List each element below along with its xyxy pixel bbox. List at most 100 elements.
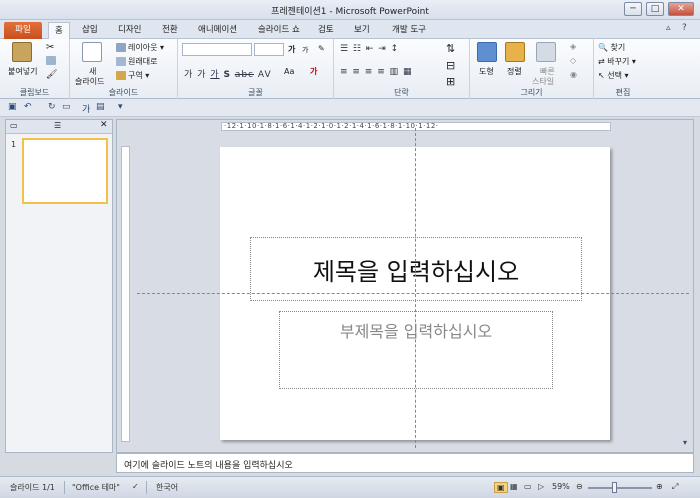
zoom-slider[interactable] (588, 487, 652, 489)
tab-view[interactable]: 보기 (348, 22, 376, 39)
undo-icon[interactable]: ↶ (24, 102, 32, 112)
grow-font-button[interactable]: 가 (288, 44, 295, 55)
language[interactable]: 한국어 (156, 482, 178, 493)
shrink-font-button[interactable]: 가 (302, 45, 308, 55)
align-text-icon[interactable]: ⊟ (446, 59, 455, 72)
minimize-ribbon-icon[interactable]: ▵ (666, 23, 671, 33)
find-button[interactable]: 🔍 찾기 (598, 42, 625, 53)
slides-label: 슬라이드 (108, 88, 139, 97)
notes-pane[interactable]: 여기에 슬라이드 노트의 내용을 입력하십시오 (116, 453, 694, 473)
quick-styles-icon[interactable] (536, 42, 556, 62)
format-icon[interactable]: ▤ (96, 102, 105, 112)
scroll-down-icon[interactable]: ▾ (683, 438, 687, 447)
zoom-out-icon[interactable]: ⊖ (576, 482, 583, 491)
status-divider (146, 481, 147, 494)
tab-animations[interactable]: 애니메이션 (192, 22, 243, 39)
theme-name[interactable]: "Office 테마" (72, 482, 120, 493)
tab-file[interactable]: 파일 (4, 22, 42, 39)
format-painter-icon[interactable]: 🖌 (46, 70, 57, 80)
cut-icon[interactable]: ✂ (46, 42, 54, 53)
paste-button[interactable]: 붙여넣기 (8, 66, 37, 77)
shape-fill-icon[interactable]: ◈ (570, 42, 576, 51)
redo-icon[interactable]: ↻ (48, 102, 56, 112)
customize-qat-icon[interactable]: ▾ (118, 102, 123, 112)
clear-format-icon[interactable]: ✎ (318, 44, 325, 53)
new-slide-icon[interactable] (82, 42, 102, 62)
paragraph-label: 단락 (394, 88, 409, 97)
reading-view-icon[interactable]: ▭ (524, 482, 532, 491)
quick-styles-label-2[interactable]: 스타일 (532, 76, 554, 87)
horizontal-ruler: ·12·1·10·1·8·1·6·1·4·1·2·1·0·1·2·1·4·1·6… (221, 122, 611, 131)
layout-button[interactable]: 레이아웃 ▾ (116, 42, 164, 53)
tab-insert[interactable]: 삽입 (76, 22, 104, 39)
drawing-label: 그리기 (520, 88, 543, 97)
shapes-icon[interactable] (477, 42, 497, 62)
text-direction-icon[interactable]: ⇅ (446, 42, 455, 55)
select-icon: ↖ (598, 71, 605, 80)
copy-icon[interactable] (46, 56, 58, 65)
tab-slideshow[interactable]: 슬라이드 쇼 (252, 22, 306, 39)
slide-thumbnail[interactable] (22, 138, 108, 204)
slide-sorter-icon[interactable]: ▦ (510, 482, 518, 491)
close-button[interactable]: ✕ (668, 2, 694, 16)
slideshow-view-icon[interactable]: ▷ (538, 482, 544, 491)
normal-view-icon[interactable]: ▣ (494, 482, 508, 493)
tab-home[interactable]: 홈 (48, 22, 70, 40)
zoom-in-icon[interactable]: ⊕ (656, 482, 663, 491)
maximize-button[interactable]: □ (646, 2, 664, 16)
font-name-combo[interactable] (182, 43, 252, 56)
font-size-combo[interactable] (254, 43, 284, 56)
select-button[interactable]: ↖ 선택 ▾ (598, 70, 629, 81)
proofing-icon[interactable]: ✓ (132, 482, 139, 491)
slides-pane-header: ▭ ☰ ✕ (6, 120, 112, 134)
list-buttons[interactable]: ☰ ☷ ⇤ ⇥ ↕ (340, 44, 399, 54)
new-slide-label-2[interactable]: 슬라이드 (75, 76, 104, 87)
ribbon: 붙여넣기 ✂ 🖌 클립보드 새 슬라이드 레이아웃 ▾ 원래대로 구역 ▾ 슬라… (0, 39, 700, 99)
tab-design[interactable]: 디자인 (112, 22, 147, 39)
replace-button[interactable]: ⇄ 바꾸기 ▾ (598, 56, 636, 67)
editing-label: 편집 (615, 88, 631, 97)
help-icon[interactable]: ? (682, 23, 687, 33)
ruler-labels: ·12·1·10·1·8·1·6·1·4·1·2·1·0·1·2·1·4·1·6… (224, 122, 439, 130)
status-bar: 슬라이드 1/1 "Office 테마" ✓ 한국어 ▣ ▦ ▭ ▷ 59% ⊖… (0, 476, 700, 498)
notes-placeholder: 여기에 슬라이드 노트의 내용을 입력하십시오 (124, 461, 293, 471)
vertical-guide[interactable] (415, 128, 416, 448)
fit-to-window-icon[interactable]: ⤢ (672, 482, 678, 492)
tab-review[interactable]: 검토 (312, 22, 340, 39)
subtitle-placeholder[interactable]: 부제목을 입력하십시오 (279, 311, 553, 389)
slides-tab-icon[interactable]: ▭ (10, 121, 18, 130)
section-button[interactable]: 구역 ▾ (116, 70, 149, 81)
close-pane-icon[interactable]: ✕ (100, 120, 108, 130)
zoom-slider-thumb[interactable] (612, 482, 617, 493)
font-grow-icon[interactable]: 가 (82, 102, 90, 115)
align-buttons[interactable]: ≡ ≡ ≡ ≡ ▥ ▦ (340, 67, 412, 77)
slides-pane: ▭ ☰ ✕ 1 (5, 119, 113, 453)
change-case-button[interactable]: Aa (284, 67, 294, 76)
shape-outline-icon[interactable]: ◇ (570, 56, 576, 65)
layout-icon (116, 43, 126, 52)
shapes-button[interactable]: 도형 (479, 66, 494, 77)
slide-number: 1 (11, 140, 17, 149)
zoom-level[interactable]: 59% (552, 482, 570, 491)
clipboard-label: 클립보드 (19, 88, 50, 97)
font-color-icon[interactable]: 가 (310, 66, 317, 77)
shape-effects-icon[interactable]: ◉ (570, 70, 577, 79)
find-icon: 🔍 (598, 43, 608, 52)
save-icon[interactable]: ▣ (8, 102, 17, 112)
reset-button[interactable]: 원래대로 (116, 56, 157, 67)
arrange-icon[interactable] (505, 42, 525, 62)
arrange-button[interactable]: 정렬 (507, 66, 522, 77)
horizontal-guide[interactable] (137, 293, 689, 294)
title-placeholder[interactable]: 제목을 입력하십시오 (250, 237, 582, 301)
tab-transitions[interactable]: 전환 (156, 22, 184, 39)
font-style-buttons[interactable]: 가 가 가 S abc AV (184, 67, 272, 80)
outline-tab-icon[interactable]: ☰ (54, 121, 61, 130)
paste-icon[interactable] (12, 42, 32, 62)
font-label: 글꼴 (248, 88, 263, 97)
replace-icon: ⇄ (598, 57, 605, 66)
tab-developer[interactable]: 개발 도구 (386, 22, 432, 39)
slideshow-icon[interactable]: ▭ (62, 102, 71, 112)
minimize-button[interactable]: ─ (624, 2, 642, 16)
drawing-group: 도형 정렬 빠른 스타일 ◈ ◇ ◉ 그리기 (470, 39, 594, 99)
title-bar: 프레젠테이션1 - Microsoft PowerPoint ─ □ ✕ (0, 0, 700, 20)
